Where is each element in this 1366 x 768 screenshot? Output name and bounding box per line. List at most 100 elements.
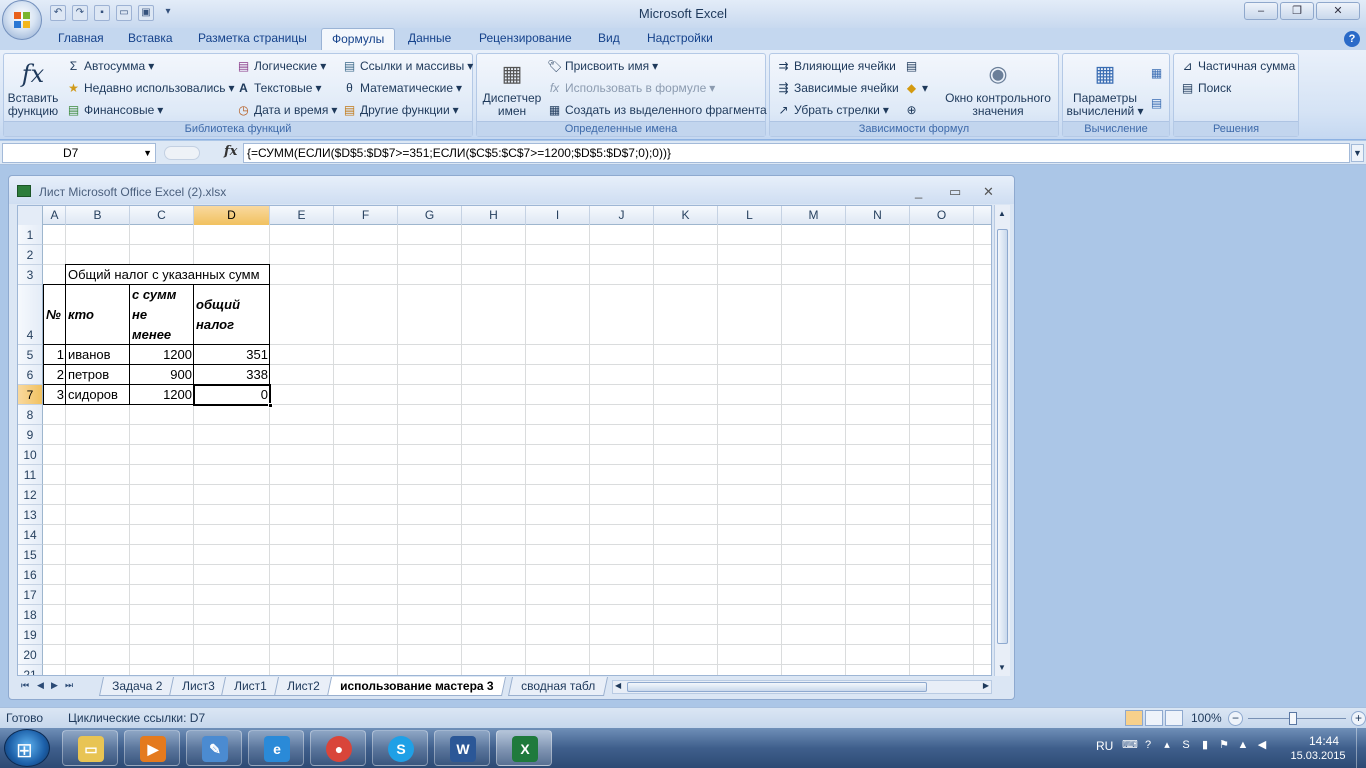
sheet-tab-master3[interactable]: использование мастера 3: [326, 677, 507, 696]
column-header-h[interactable]: H: [462, 206, 526, 225]
autosum-button[interactable]: Σ Автосумма ▾: [66, 57, 154, 75]
taskbar-ie[interactable]: e: [248, 730, 304, 766]
cell-a6[interactable]: 2: [43, 365, 66, 384]
tab-view[interactable]: Вид: [588, 28, 630, 50]
tab-formulas[interactable]: Формулы: [321, 28, 396, 51]
calculate-sheet-button[interactable]: ▤: [1149, 94, 1164, 112]
taskbar-paint[interactable]: ✎: [186, 730, 242, 766]
last-sheet-icon[interactable]: ⏭: [65, 680, 73, 691]
help-icon[interactable]: ?: [1344, 31, 1360, 47]
tab-addins[interactable]: Надстройки: [637, 28, 723, 50]
show-formulas-button[interactable]: ▤: [904, 57, 919, 75]
scroll-left-icon[interactable]: ◀: [615, 681, 621, 690]
wb-restore-icon[interactable]: ▭: [949, 184, 961, 200]
restore-button[interactable]: ❐: [1280, 2, 1314, 20]
column-header-b[interactable]: B: [66, 206, 130, 225]
cell-c4-line1[interactable]: с сумм: [130, 285, 178, 304]
column-header-l[interactable]: L: [718, 206, 782, 225]
row-header-2[interactable]: 2: [18, 245, 43, 265]
cell-d4-line1[interactable]: общий: [194, 295, 242, 314]
expand-formula-bar-icon[interactable]: ▼: [1351, 144, 1364, 162]
cell-a7[interactable]: 3: [43, 385, 66, 404]
column-header-n[interactable]: N: [846, 206, 910, 225]
column-header-g[interactable]: G: [398, 206, 462, 225]
clock-date[interactable]: 15.03.2015: [1286, 750, 1350, 762]
zoom-slider[interactable]: − +: [1228, 711, 1366, 727]
zoom-knob[interactable]: [1289, 712, 1297, 725]
tab-insert[interactable]: Вставка: [118, 28, 183, 50]
create-from-selection-button[interactable]: ▦ Создать из выделенного фрагмента: [547, 101, 767, 119]
tab-page-layout[interactable]: Разметка страницы: [188, 28, 317, 50]
cell-d7[interactable]: 0: [193, 385, 270, 404]
cell-d4-line2[interactable]: налог: [194, 315, 236, 334]
page-layout-view-icon[interactable]: [1145, 710, 1163, 726]
minimize-button[interactable]: –: [1244, 2, 1278, 20]
normal-view-icon[interactable]: [1125, 710, 1143, 726]
action-center-icon[interactable]: ⚑: [1217, 738, 1231, 752]
drive-icon[interactable]: ▲: [1236, 738, 1250, 752]
remove-arrows-button[interactable]: ↗ Убрать стрелки ▾: [776, 101, 888, 119]
close-button[interactable]: ✕: [1316, 2, 1360, 20]
scroll-right-icon[interactable]: ▶: [983, 681, 989, 690]
cell-b5[interactable]: иванов: [66, 345, 113, 364]
cell-c5[interactable]: 1200: [129, 345, 194, 364]
define-name-button[interactable]: 🏷 Присвоить имя ▾: [547, 57, 658, 75]
help-tray-icon[interactable]: ?: [1141, 738, 1155, 752]
taskbar-explorer[interactable]: ▭: [62, 730, 118, 766]
row-header-6[interactable]: 6: [18, 365, 43, 385]
taskbar-excel[interactable]: X: [496, 730, 552, 766]
error-checking-button[interactable]: ◆ ▾: [904, 79, 928, 97]
column-header-d[interactable]: D: [194, 206, 270, 225]
row-header-14[interactable]: 14: [18, 525, 43, 545]
cell-b4[interactable]: кто: [66, 305, 96, 324]
row-header-5[interactable]: 5: [18, 345, 43, 365]
row-header-8[interactable]: 8: [18, 405, 43, 425]
trace-dependents-button[interactable]: ⇶ Зависимые ячейки: [776, 79, 898, 97]
calculation-options-button[interactable]: ▦ Параметры вычислений ▾: [1065, 58, 1145, 118]
cell-c4-line3[interactable]: менее: [130, 325, 173, 344]
next-sheet-icon[interactable]: ▶: [51, 680, 58, 691]
cell-c6[interactable]: 900: [129, 365, 194, 384]
sheet-tab-pivot[interactable]: сводная табл: [507, 677, 609, 696]
insert-function-icon[interactable]: fx: [224, 144, 237, 159]
horizontal-scrollbar[interactable]: ◀ ▶: [612, 680, 992, 694]
zoom-out-icon[interactable]: −: [1228, 711, 1243, 726]
name-box[interactable]: D7 ▼: [2, 143, 156, 163]
column-header-f[interactable]: F: [334, 206, 398, 225]
row-header-12[interactable]: 12: [18, 485, 43, 505]
row-header-7[interactable]: 7: [18, 385, 43, 405]
office-button[interactable]: [2, 0, 42, 40]
watch-window-button[interactable]: ◉ Окно контрольного значения: [940, 58, 1056, 118]
fill-handle[interactable]: [268, 403, 273, 408]
cell-d5[interactable]: 351: [193, 345, 270, 364]
taskbar-media[interactable]: ▶: [124, 730, 180, 766]
math-button[interactable]: θ Математические ▾: [342, 79, 462, 97]
vertical-scroll-thumb[interactable]: [997, 229, 1008, 644]
row-header-1[interactable]: 1: [18, 225, 43, 245]
skype-tray-icon[interactable]: S: [1179, 738, 1193, 752]
row-header-20[interactable]: 20: [18, 645, 43, 665]
first-sheet-icon[interactable]: ⏮: [21, 680, 29, 691]
name-manager-button[interactable]: ▦ Диспетчер имен: [479, 58, 545, 118]
taskbar-skype[interactable]: S: [372, 730, 428, 766]
show-desktop-button[interactable]: [1356, 728, 1366, 768]
logical-button[interactable]: ▤ Логические ▾: [236, 57, 326, 75]
cell-b6[interactable]: петров: [66, 365, 111, 384]
text-button[interactable]: A Текстовые ▾: [236, 79, 321, 97]
zoom-level[interactable]: 100%: [1191, 711, 1222, 725]
recent-functions-button[interactable]: ★ Недавно использовались ▾: [66, 79, 234, 97]
lookup-button[interactable]: ▤ Ссылки и массивы ▾: [342, 57, 473, 75]
sheet-tab-list2[interactable]: Лист2: [273, 677, 333, 696]
cell-c4-line2[interactable]: не: [130, 305, 149, 324]
zoom-in-icon[interactable]: +: [1351, 711, 1366, 726]
network-icon[interactable]: ▮: [1198, 738, 1212, 752]
cell-d6[interactable]: 338: [193, 365, 270, 384]
column-header-j[interactable]: J: [590, 206, 654, 225]
cell-a4[interactable]: №: [44, 305, 63, 324]
show-hidden-icon[interactable]: ▴: [1160, 738, 1174, 752]
column-header-c[interactable]: C: [130, 206, 194, 225]
evaluate-formula-button[interactable]: ⊕: [904, 101, 919, 119]
sheet-tab-zadacha2[interactable]: Задача 2: [98, 677, 176, 696]
more-functions-button[interactable]: ▤ Другие функции ▾: [342, 101, 459, 119]
use-in-formula-button[interactable]: fx Использовать в формуле ▾: [547, 79, 716, 97]
